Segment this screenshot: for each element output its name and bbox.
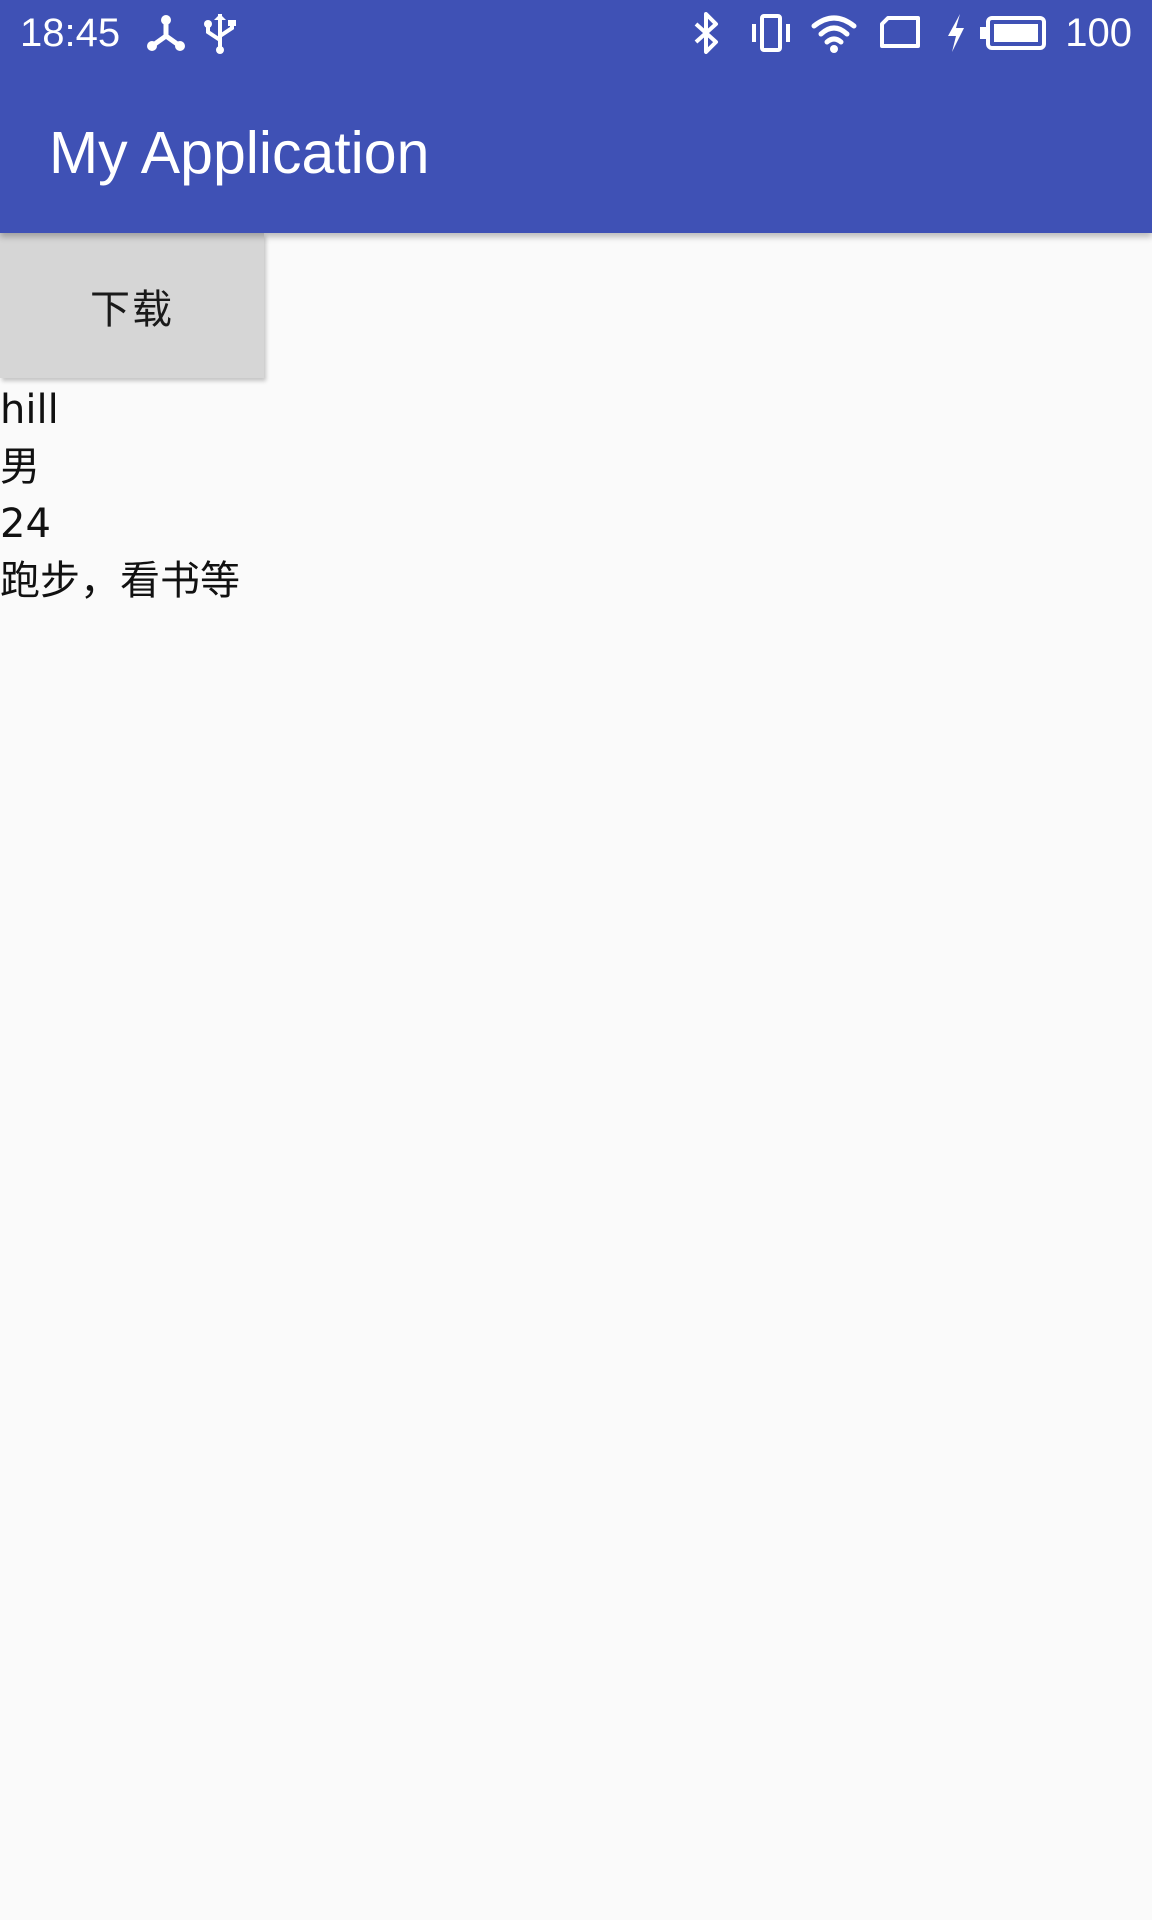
vibrate-icon	[750, 12, 792, 54]
status-time: 18:45	[20, 11, 121, 55]
info-gender: 男	[0, 444, 40, 490]
download-button[interactable]: 下载	[0, 233, 264, 378]
info-hobbies: 跑步，看书等	[0, 558, 240, 604]
usb-debug-icon	[146, 12, 186, 54]
app-bar: 18:45 100 My Application	[0, 0, 1152, 233]
bluetooth-icon	[690, 12, 724, 54]
no-sim-icon	[878, 12, 922, 54]
status-bar: 18:45 100	[0, 0, 1152, 66]
app-title: My Application	[49, 120, 430, 186]
battery-level: 100	[1065, 11, 1132, 55]
usb-icon	[202, 12, 238, 54]
battery-icon	[978, 12, 1048, 54]
charging-icon	[944, 12, 968, 54]
info-list: hill 男 24 跑步，看书等	[0, 382, 240, 610]
info-name: hill	[0, 387, 59, 433]
info-age: 24	[0, 501, 51, 547]
wifi-icon	[810, 12, 858, 54]
